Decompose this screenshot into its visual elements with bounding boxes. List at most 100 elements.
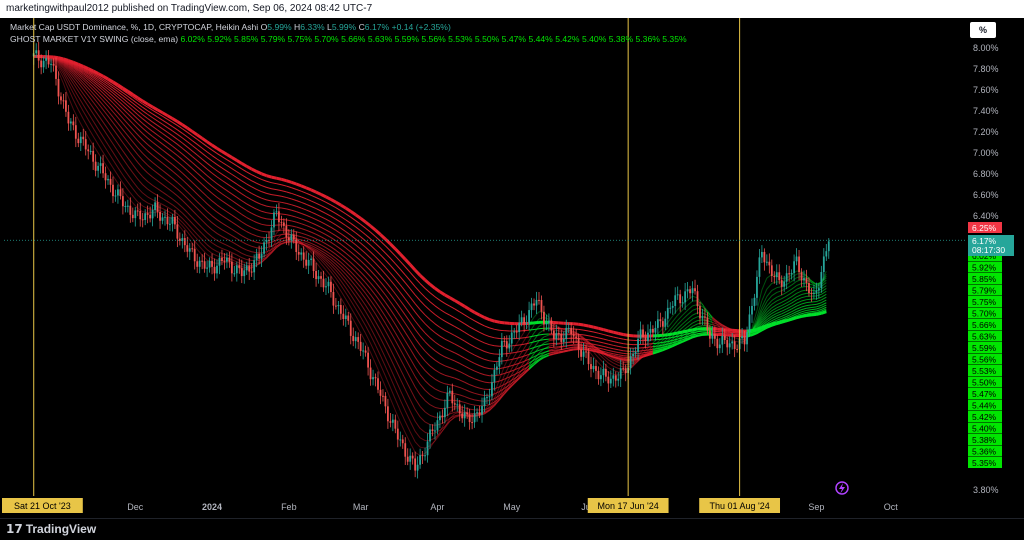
- candle-body: [102, 163, 104, 174]
- x-tick-label: Sep: [808, 502, 824, 512]
- candle-body: [691, 288, 694, 294]
- candle-body: [67, 111, 70, 124]
- candle-body: [778, 272, 781, 281]
- indicator-value: 5.50%: [475, 34, 502, 44]
- candle-body: [285, 225, 288, 238]
- candle-body: [775, 272, 778, 278]
- candle-body: [543, 311, 545, 325]
- candle-body: [218, 257, 221, 266]
- candle-body: [731, 341, 734, 344]
- candle-body: [117, 189, 119, 196]
- candle-body: [379, 389, 382, 396]
- candle-body: [696, 291, 699, 307]
- candle-body: [523, 317, 526, 324]
- candle-body: [292, 234, 295, 240]
- ribbon-segment: [647, 346, 653, 348]
- ribbon-segment: [796, 314, 802, 320]
- indicator-value: 5.44%: [528, 34, 555, 44]
- candle-body: [263, 242, 265, 254]
- candle-body: [555, 333, 558, 340]
- candle-body: [354, 337, 357, 342]
- candle-body: [228, 257, 231, 262]
- candle-body: [795, 256, 798, 262]
- indicator-value: 5.70%: [314, 34, 341, 44]
- candle-body: [736, 348, 739, 350]
- candle-body: [154, 202, 156, 210]
- candle-body: [230, 261, 233, 274]
- percent-scale-button[interactable]: %: [970, 22, 996, 38]
- ribbon-segment: [77, 62, 84, 68]
- ribbon-segment: [801, 285, 807, 288]
- ribbon-segment: [811, 306, 817, 308]
- candle-body: [129, 205, 132, 215]
- candle-body: [216, 265, 218, 274]
- candle-body: [347, 315, 350, 321]
- candle-body: [280, 222, 283, 224]
- indicator-axis-value: 5.75%: [972, 297, 997, 307]
- ribbon-segment: [281, 213, 287, 216]
- ribbon-segment: [494, 319, 500, 324]
- ribbon-segment: [474, 404, 480, 407]
- candle-body: [146, 213, 149, 215]
- candle-body: [689, 289, 691, 294]
- candle-body: [191, 248, 194, 250]
- candle-body: [260, 253, 263, 259]
- indicator-value: 5.53%: [448, 34, 475, 44]
- candle-body: [659, 319, 662, 322]
- ribbon-segment: [692, 327, 698, 332]
- candle-body: [275, 211, 278, 213]
- candle-body: [374, 377, 377, 379]
- candle-body: [552, 330, 555, 340]
- candle-body: [545, 323, 548, 325]
- y-tick-label: 6.40%: [973, 211, 999, 221]
- candle-body: [94, 161, 97, 171]
- ribbon-segment: [662, 333, 668, 337]
- price-chart[interactable]: 8.00% 7.80% 7.60% 7.40% 7.20% 7.00% 6.80% 6.60%…: [0, 18, 1024, 518]
- ribbon-segment: [816, 311, 822, 316]
- candle-body: [270, 227, 273, 241]
- candle-body: [716, 338, 719, 349]
- candle-body: [396, 428, 399, 440]
- ribbon-segment: [697, 332, 703, 335]
- candle-body: [783, 281, 786, 287]
- candle-body: [367, 352, 369, 368]
- candle-body: [99, 163, 102, 166]
- candle-body: [339, 304, 342, 314]
- candle-body: [193, 248, 196, 262]
- candle-body: [317, 276, 320, 280]
- ribbon-segment: [67, 59, 74, 64]
- candle-body: [756, 276, 758, 298]
- candle-body: [701, 316, 704, 319]
- indicator-axis-value: 5.79%: [972, 286, 997, 296]
- candle-body: [642, 329, 644, 338]
- ribbon-segment: [761, 324, 768, 329]
- candle-body: [74, 125, 77, 139]
- candle-body: [575, 336, 578, 338]
- candle-body: [434, 430, 436, 432]
- candle-body: [89, 150, 92, 152]
- candle-body: [173, 217, 176, 225]
- candle-body: [676, 294, 679, 296]
- candle-body: [694, 288, 696, 292]
- indicator-value: 5.63%: [368, 34, 395, 44]
- published-line: marketingwithpaul2012 published on Tradi…: [6, 3, 373, 14]
- candle-body: [297, 251, 300, 255]
- ribbon-segment: [657, 341, 663, 344]
- x-tick-label: Mar: [353, 502, 369, 512]
- x-tick-label: Dec: [127, 502, 144, 512]
- candle-body: [478, 412, 481, 415]
- ribbon-segment: [285, 179, 292, 184]
- y-tick-label: 6.80%: [973, 169, 999, 179]
- candle-body: [330, 281, 332, 293]
- ribbon-segment: [607, 329, 614, 334]
- ribbon-segment: [578, 328, 584, 331]
- legend-indicator-row: GHOST MARKET V1Y SWING (close, ema) 6.02…: [10, 34, 687, 44]
- candle-body: [97, 165, 100, 171]
- candle-body: [429, 429, 431, 442]
- candle-body: [647, 332, 649, 342]
- ribbon-segment: [623, 343, 629, 345]
- indicator-value: 5.56%: [421, 34, 448, 44]
- candle-body: [765, 261, 768, 263]
- candle-body: [820, 271, 823, 289]
- candle-body: [567, 327, 570, 329]
